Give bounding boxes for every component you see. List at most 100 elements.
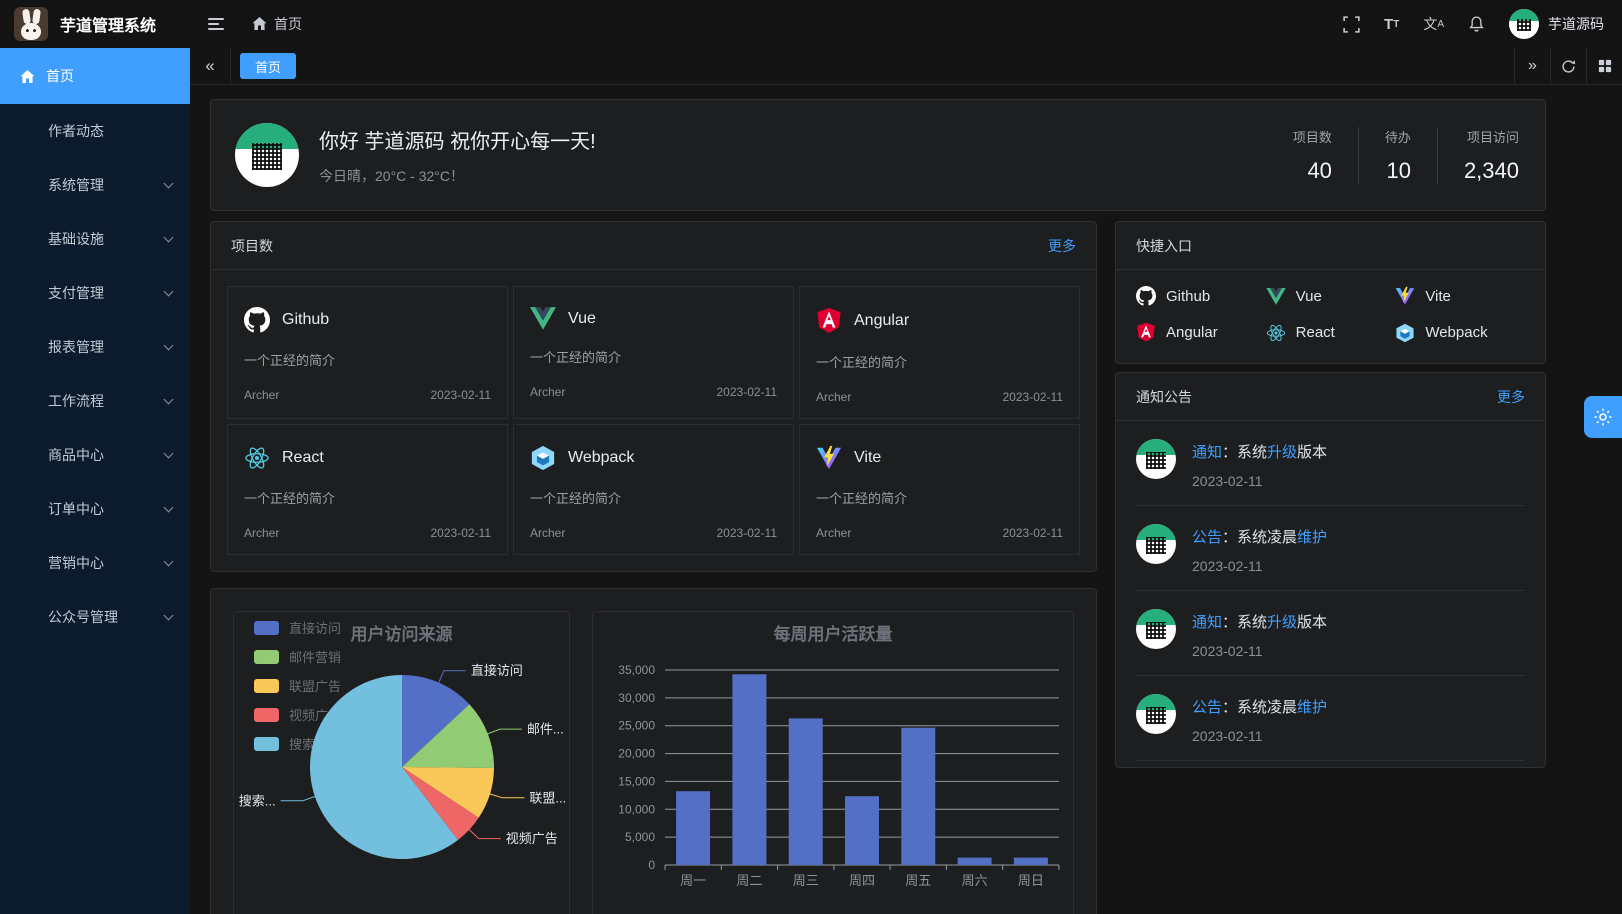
shortcut-item[interactable]: Angular <box>1136 322 1266 343</box>
tabs-menu-grid-icon[interactable] <box>1586 48 1622 84</box>
project-author: Archer <box>530 526 565 540</box>
notification-bell-icon[interactable] <box>1468 15 1485 33</box>
vue-icon <box>1266 288 1286 305</box>
project-description: 一个正经的简介 <box>530 488 777 507</box>
sidebar-item-home[interactable]: 首页 <box>0 48 190 104</box>
tab-home[interactable]: 首页 <box>240 53 296 79</box>
sidebar-menu-item[interactable]: 系统管理 <box>0 158 190 212</box>
project-footer: Archer2023-02-11 <box>530 526 777 540</box>
project-footer: Archer2023-02-11 <box>530 385 777 399</box>
refresh-button[interactable] <box>1550 48 1586 84</box>
angular-icon <box>1136 322 1156 343</box>
notice-title-segment: ：系统 <box>1222 614 1267 631</box>
app-logo-rabbit <box>14 7 48 41</box>
svg-text:周六: 周六 <box>962 873 988 888</box>
project-card[interactable]: Github一个正经的简介Archer2023-02-11 <box>227 286 508 419</box>
sidebar-menu-item[interactable]: 工作流程 <box>0 374 190 428</box>
notices-more-link[interactable]: 更多 <box>1497 387 1525 407</box>
settings-gear-button[interactable] <box>1584 396 1622 438</box>
project-name: Github <box>282 311 329 329</box>
notices-panel-title: 通知公告 <box>1136 387 1192 407</box>
fullscreen-icon[interactable] <box>1343 16 1360 33</box>
project-description: 一个正经的简介 <box>244 350 491 369</box>
breadcrumb-label: 首页 <box>274 14 302 34</box>
sidebar-menu-item[interactable]: 商品中心 <box>0 428 190 482</box>
project-date: 2023-02-11 <box>717 385 778 399</box>
user-menu[interactable]: 芋道源码 <box>1509 9 1604 39</box>
brand-area: 芋道管理系统 <box>0 7 190 41</box>
notice-title-segment: 升级 <box>1267 444 1297 461</box>
tab-bar: « 首页 » <box>190 48 1622 85</box>
project-footer: Archer2023-02-11 <box>244 526 491 540</box>
svg-text:搜索...: 搜索... <box>239 793 276 808</box>
sidebar-menu-item[interactable]: 作者动态 <box>0 104 190 158</box>
font-size-icon[interactable]: TT <box>1384 16 1399 33</box>
notices-panel: 通知公告 更多 通知：系统升级版本2023-02-11公告：系统凌晨维护2023… <box>1115 372 1546 768</box>
notice-item[interactable]: 公告：系统凌晨维护2023-02-11 <box>1136 676 1525 761</box>
sidebar-item-label: 基础设施 <box>48 229 104 249</box>
project-card[interactable]: React一个正经的简介Archer2023-02-11 <box>227 424 508 555</box>
svg-text:20,000: 20,000 <box>618 747 655 761</box>
menu-fold-icon[interactable] <box>202 12 230 36</box>
shortcut-item[interactable]: Vue <box>1266 286 1396 306</box>
user-name: 芋道源码 <box>1548 14 1604 34</box>
tabs-scroll-left-button[interactable]: « <box>190 48 231 84</box>
top-navbar: 芋道管理系统 首页 TT 文A 芋道源码 <box>0 0 1622 48</box>
svg-text:周日: 周日 <box>1018 873 1044 888</box>
notice-title: 通知：系统升级版本 <box>1192 439 1327 462</box>
shortcut-label: React <box>1296 324 1335 341</box>
project-author: Archer <box>244 388 279 402</box>
sidebar-menu-item[interactable]: 订单中心 <box>0 482 190 536</box>
project-card[interactable]: Webpack 一个正经的简介 Archer2023-02-11 <box>513 424 794 555</box>
shortcut-label: Vue <box>1296 288 1322 305</box>
shortcut-item[interactable]: React <box>1266 322 1396 343</box>
svg-text:周四: 周四 <box>849 873 875 888</box>
notices-panel-header: 通知公告 更多 <box>1116 373 1545 421</box>
sidebar-item-label: 首页 <box>46 66 74 86</box>
notice-item[interactable]: 通知：系统升级版本2023-02-11 <box>1136 421 1525 506</box>
project-card[interactable]: Vite一个正经的简介Archer2023-02-11 <box>799 424 1080 555</box>
svg-text:周二: 周二 <box>736 873 762 888</box>
notice-body: 通知：系统升级版本2023-02-11 <box>1192 609 1327 659</box>
sidebar-menu-item[interactable]: 营销中心 <box>0 536 190 590</box>
project-description: 一个正经的简介 <box>530 347 777 366</box>
project-card-header: Webpack <box>530 445 777 471</box>
shortcut-item[interactable]: Github <box>1136 286 1266 306</box>
svg-text:5,000: 5,000 <box>625 830 655 844</box>
notice-avatar <box>1136 609 1176 649</box>
project-name: React <box>282 449 324 467</box>
sidebar-item-label: 营销中心 <box>48 553 104 573</box>
sidebar-menu-item[interactable]: 支付管理 <box>0 266 190 320</box>
shortcut-item[interactable]: Webpack <box>1395 322 1525 343</box>
sidebar-menu-item[interactable]: 公众号管理 <box>0 590 190 644</box>
shortcut-item[interactable]: Vite <box>1395 286 1525 306</box>
project-date: 2023-02-11 <box>1003 526 1064 540</box>
svg-text:25,000: 25,000 <box>618 719 655 733</box>
breadcrumb[interactable]: 首页 <box>252 14 302 34</box>
svg-text:邮件...: 邮件... <box>527 722 564 737</box>
locale-icon[interactable]: 文A <box>1423 14 1444 34</box>
projects-grid: Github一个正经的简介Archer2023-02-11Vue一个正经的简介A… <box>211 270 1096 571</box>
project-name: Angular <box>854 312 909 330</box>
notice-item[interactable]: 公告：系统凌晨维护2023-02-11 <box>1136 506 1525 591</box>
notice-avatar <box>1136 439 1176 479</box>
project-card[interactable]: Vue一个正经的简介Archer2023-02-11 <box>513 286 794 419</box>
sidebar-menu-item[interactable]: 报表管理 <box>0 320 190 374</box>
notice-date: 2023-02-11 <box>1192 728 1327 744</box>
greeting-stats: 项目数 40 待办 10 项目访问 2,340 <box>1267 127 1521 184</box>
project-card[interactable]: Angular一个正经的简介Archer2023-02-11 <box>799 286 1080 419</box>
project-date: 2023-02-11 <box>431 526 492 540</box>
sidebar-menu-item[interactable]: 基础设施 <box>0 212 190 266</box>
stat-projects: 项目数 40 <box>1267 127 1358 184</box>
github-icon <box>244 307 270 333</box>
svg-text:10,000: 10,000 <box>618 802 655 816</box>
tabs-scroll-right-button[interactable]: » <box>1514 48 1550 84</box>
greeting-text: 你好 芋道源码 祝你开心每一天! 今日晴，20°C - 32°C！ <box>319 125 596 186</box>
projects-panel: 项目数 更多 Github一个正经的简介Archer2023-02-11Vue一… <box>210 221 1097 572</box>
chevron-down-icon <box>164 394 174 404</box>
projects-more-link[interactable]: 更多 <box>1048 236 1076 256</box>
notice-title-segment: 版本 <box>1297 444 1327 461</box>
react-icon <box>244 445 270 471</box>
navbar-actions: TT 文A 芋道源码 <box>1343 9 1622 39</box>
notice-item[interactable]: 通知：系统升级版本2023-02-11 <box>1136 591 1525 676</box>
